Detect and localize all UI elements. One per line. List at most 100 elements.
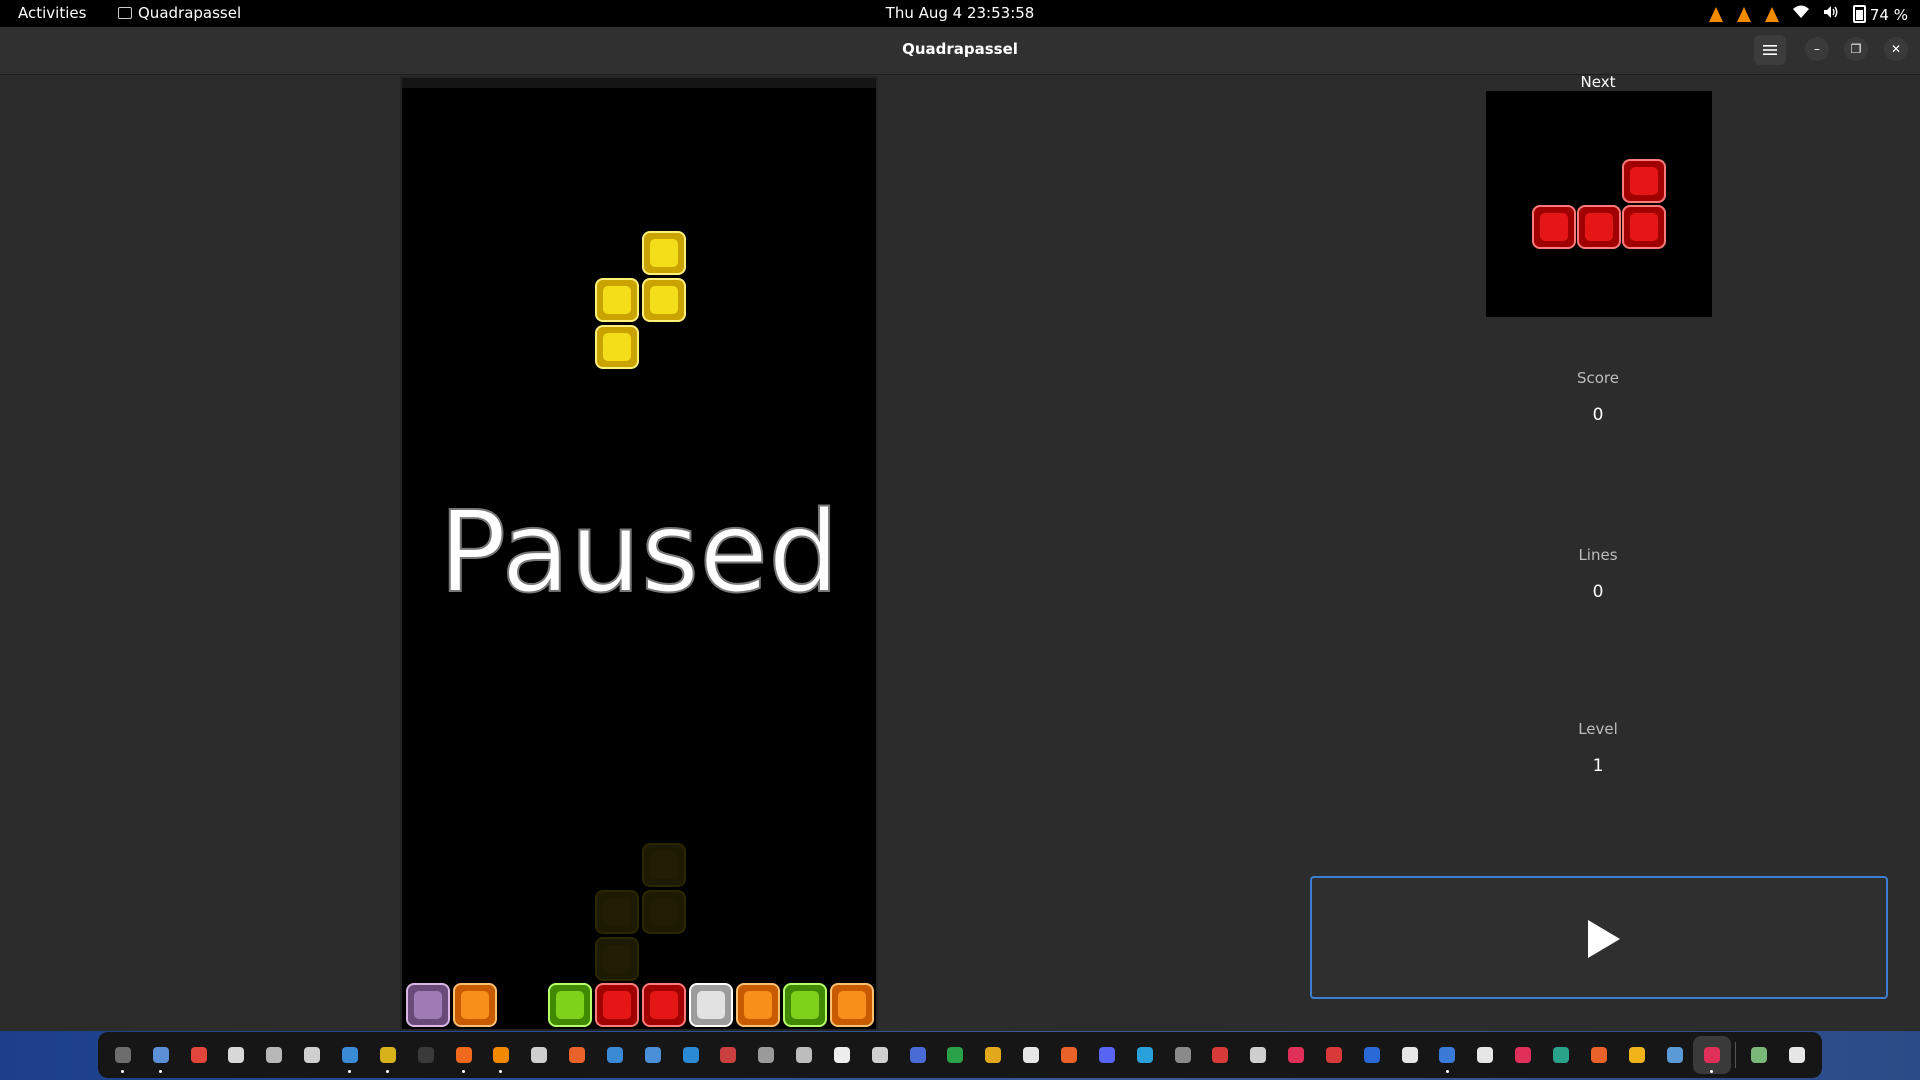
dock-item[interactable] — [937, 1036, 975, 1074]
obs-icon — [531, 1047, 548, 1063]
dock-item[interactable] — [482, 1036, 520, 1074]
recorder-icon — [1288, 1047, 1305, 1063]
vlc-tray-icon[interactable] — [1764, 6, 1779, 22]
activities-button[interactable]: Activities — [18, 4, 86, 22]
main-menu-button[interactable] — [1754, 35, 1786, 65]
dock-item[interactable] — [1656, 1036, 1694, 1074]
settled-block — [736, 983, 780, 1027]
next-piece-block — [1622, 159, 1666, 203]
dock-item[interactable] — [180, 1036, 218, 1074]
level-value: 1 — [1592, 756, 1604, 776]
maximize-icon: ❐ — [1844, 37, 1868, 61]
calc-icon — [379, 1047, 396, 1063]
running-indicator — [121, 1070, 124, 1073]
clock-icon — [1477, 1047, 1494, 1063]
app-menu[interactable]: Quadrapassel — [118, 4, 241, 22]
dock-item[interactable] — [1778, 1036, 1816, 1074]
falling-block — [595, 325, 639, 369]
lines-label: Lines — [1578, 546, 1618, 564]
dock-item[interactable] — [1429, 1036, 1467, 1074]
minimize-button[interactable]: – — [1802, 35, 1832, 63]
dock-item[interactable] — [1277, 1036, 1315, 1074]
dock-item[interactable] — [672, 1036, 710, 1074]
game-board[interactable]: Paused — [400, 76, 878, 1031]
dock-item[interactable] — [1012, 1036, 1050, 1074]
dock-item[interactable] — [255, 1036, 293, 1074]
drone-icon — [796, 1047, 813, 1063]
remote-icon — [1666, 1047, 1683, 1063]
dock-item[interactable] — [1504, 1036, 1542, 1074]
settled-block — [595, 983, 639, 1027]
clock[interactable]: Thu Aug 4 23:53:58 — [886, 4, 1035, 22]
dock-item[interactable] — [710, 1036, 748, 1074]
dock-item[interactable] — [1239, 1036, 1277, 1074]
docs-icon — [644, 1047, 661, 1063]
inkscape-icon — [833, 1047, 850, 1063]
dock-item[interactable] — [331, 1036, 369, 1074]
wifi-icon[interactable] — [1792, 5, 1809, 23]
dock-item[interactable] — [899, 1036, 937, 1074]
dock-item[interactable] — [369, 1036, 407, 1074]
settled-block — [453, 983, 497, 1027]
dock-item[interactable] — [1618, 1036, 1656, 1074]
dock-item[interactable] — [596, 1036, 634, 1074]
resume-play-button[interactable] — [1310, 876, 1888, 999]
dock-item[interactable] — [1201, 1036, 1239, 1074]
dock-item[interactable] — [634, 1036, 672, 1074]
notes-icon — [606, 1047, 623, 1063]
dock-item[interactable] — [1693, 1036, 1732, 1074]
slides-icon — [985, 1047, 1002, 1063]
dock-item[interactable] — [1088, 1036, 1126, 1074]
battery-icon — [1852, 4, 1866, 23]
falling-block — [642, 278, 686, 322]
dock-item[interactable] — [1391, 1036, 1429, 1074]
dock-item[interactable] — [747, 1036, 785, 1074]
dock-item[interactable] — [1126, 1036, 1164, 1074]
settled-block — [783, 983, 827, 1027]
percent-icon — [1250, 1047, 1267, 1063]
running-indicator — [385, 1070, 389, 1073]
window-header-bar: Quadrapassel — [0, 27, 1920, 75]
running-indicator — [461, 1070, 465, 1073]
dock-item[interactable] — [104, 1036, 142, 1074]
dock-item[interactable] — [1050, 1036, 1088, 1074]
software-center-icon — [569, 1047, 586, 1063]
dock-item[interactable] — [293, 1036, 331, 1074]
settled-block — [548, 983, 592, 1027]
vlc-tray-icon[interactable] — [1708, 6, 1723, 22]
maximize-button[interactable]: ❐ — [1841, 35, 1871, 63]
dock-item[interactable] — [861, 1036, 899, 1074]
battery-indicator[interactable]: 74 % — [1852, 4, 1908, 24]
dock-item[interactable] — [558, 1036, 596, 1074]
volume-icon[interactable] — [1823, 5, 1839, 23]
dock-item[interactable] — [1542, 1036, 1580, 1074]
dock-item[interactable] — [974, 1036, 1012, 1074]
screenshot-icon — [304, 1047, 321, 1063]
dock-item[interactable] — [407, 1036, 445, 1074]
telegram-icon — [1136, 1047, 1153, 1063]
dock-item[interactable] — [142, 1036, 180, 1074]
hamburger-icon — [1763, 45, 1777, 55]
dock-item[interactable] — [520, 1036, 558, 1074]
trash-icon — [1751, 1047, 1768, 1063]
play-icon — [1588, 920, 1620, 958]
settings-icon — [1174, 1047, 1191, 1063]
system-tray[interactable]: 74 % — [1708, 3, 1908, 25]
board-top-shade — [402, 78, 876, 88]
falling-block — [595, 278, 639, 322]
dock-item[interactable] — [1466, 1036, 1504, 1074]
files-icon — [152, 1047, 169, 1063]
close-button[interactable]: ✕ — [1881, 35, 1911, 63]
dock-item[interactable] — [823, 1036, 861, 1074]
dock-item[interactable] — [1164, 1036, 1202, 1074]
dock-item[interactable] — [785, 1036, 823, 1074]
dock-item[interactable] — [445, 1036, 483, 1074]
terminal-icon — [417, 1047, 434, 1063]
dock-item[interactable] — [1315, 1036, 1353, 1074]
dock-item[interactable] — [1740, 1036, 1778, 1074]
dock-item[interactable] — [1580, 1036, 1618, 1074]
vlc-tray-icon[interactable] — [1736, 6, 1751, 22]
ghost-block — [595, 890, 639, 934]
dock-item[interactable] — [1353, 1036, 1391, 1074]
dock-item[interactable] — [218, 1036, 256, 1074]
